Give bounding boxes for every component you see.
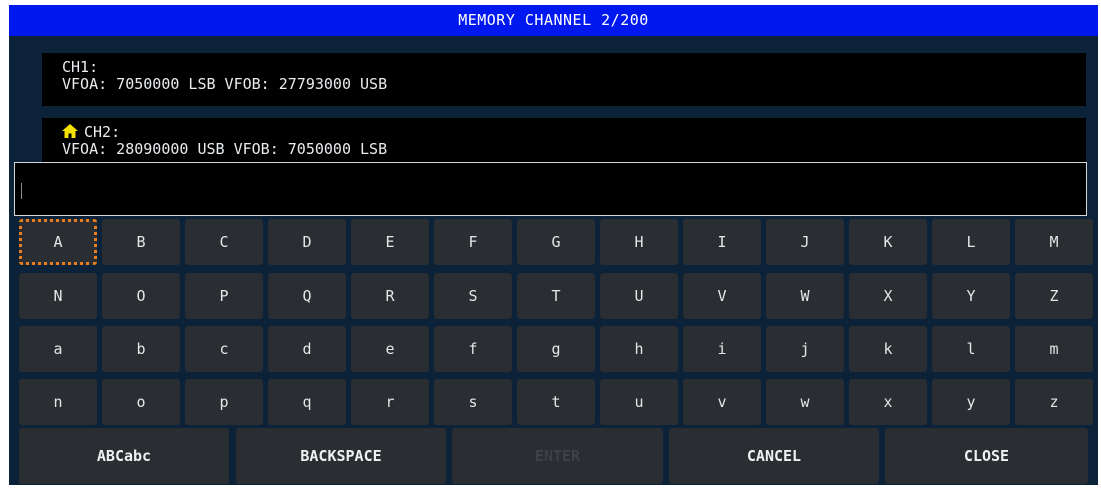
channel-item-1[interactable]: CH1: VFOA: 7050000 LSB VFOB: 27793000 US… [42,53,1086,106]
channel-name: CH1: [62,58,99,76]
key-u[interactable]: u [600,379,678,425]
key-s[interactable]: s [434,379,512,425]
key-z[interactable]: z [1015,379,1093,425]
key-c[interactable]: c [185,326,263,372]
abcabc-button[interactable]: ABCabc [19,428,229,484]
key-G[interactable]: G [517,219,595,265]
key-j[interactable]: j [766,326,844,372]
key-x[interactable]: x [849,379,927,425]
key-Z[interactable]: Z [1015,273,1093,319]
home-icon [62,124,78,138]
memory-channel-dialog: MEMORY CHANNEL 2/200 CH1: VFOA: 7050000 … [9,5,1098,485]
key-n[interactable]: n [19,379,97,425]
key-p[interactable]: p [185,379,263,425]
key-g[interactable]: g [517,326,595,372]
cancel-button[interactable]: CANCEL [669,428,879,484]
key-i[interactable]: i [683,326,761,372]
channel-detail: VFOA: 7050000 LSB VFOB: 27793000 USB [62,75,388,93]
key-h[interactable]: h [600,326,678,372]
key-K[interactable]: K [849,219,927,265]
key-V[interactable]: V [683,273,761,319]
key-B[interactable]: B [102,219,180,265]
key-M[interactable]: M [1015,219,1093,265]
key-U[interactable]: U [600,273,678,319]
backspace-button[interactable]: BACKSPACE [236,428,446,484]
key-E[interactable]: E [351,219,429,265]
channel-detail: VFOA: 28090000 USB VFOB: 7050000 LSB [62,140,388,158]
key-N[interactable]: N [19,273,97,319]
key-a[interactable]: a [19,326,97,372]
key-e[interactable]: e [351,326,429,372]
key-D[interactable]: D [268,219,346,265]
key-m[interactable]: m [1015,326,1093,372]
key-F[interactable]: F [434,219,512,265]
key-d[interactable]: d [268,326,346,372]
key-R[interactable]: R [351,273,429,319]
key-t[interactable]: t [517,379,595,425]
key-S[interactable]: S [434,273,512,319]
dialog-title: MEMORY CHANNEL 2/200 [9,5,1098,36]
key-y[interactable]: y [932,379,1010,425]
key-Y[interactable]: Y [932,273,1010,319]
enter-button: ENTER [452,428,663,484]
key-A[interactable]: A [19,219,97,265]
key-C[interactable]: C [185,219,263,265]
key-I[interactable]: I [683,219,761,265]
key-O[interactable]: O [102,273,180,319]
key-w[interactable]: w [766,379,844,425]
channel-name: CH2: [84,123,121,141]
key-X[interactable]: X [849,273,927,319]
name-input[interactable] [14,162,1087,216]
key-o[interactable]: o [102,379,180,425]
text-cursor [21,183,22,199]
close-button[interactable]: CLOSE [885,428,1088,484]
key-r[interactable]: r [351,379,429,425]
key-Q[interactable]: Q [268,273,346,319]
key-P[interactable]: P [185,273,263,319]
key-q[interactable]: q [268,379,346,425]
key-f[interactable]: f [434,326,512,372]
key-v[interactable]: v [683,379,761,425]
key-J[interactable]: J [766,219,844,265]
key-l[interactable]: l [932,326,1010,372]
channel-item-2[interactable]: CH2: VFOA: 28090000 USB VFOB: 7050000 LS… [42,118,1086,163]
key-T[interactable]: T [517,273,595,319]
key-W[interactable]: W [766,273,844,319]
key-k[interactable]: k [849,326,927,372]
key-H[interactable]: H [600,219,678,265]
key-L[interactable]: L [932,219,1010,265]
key-b[interactable]: b [102,326,180,372]
